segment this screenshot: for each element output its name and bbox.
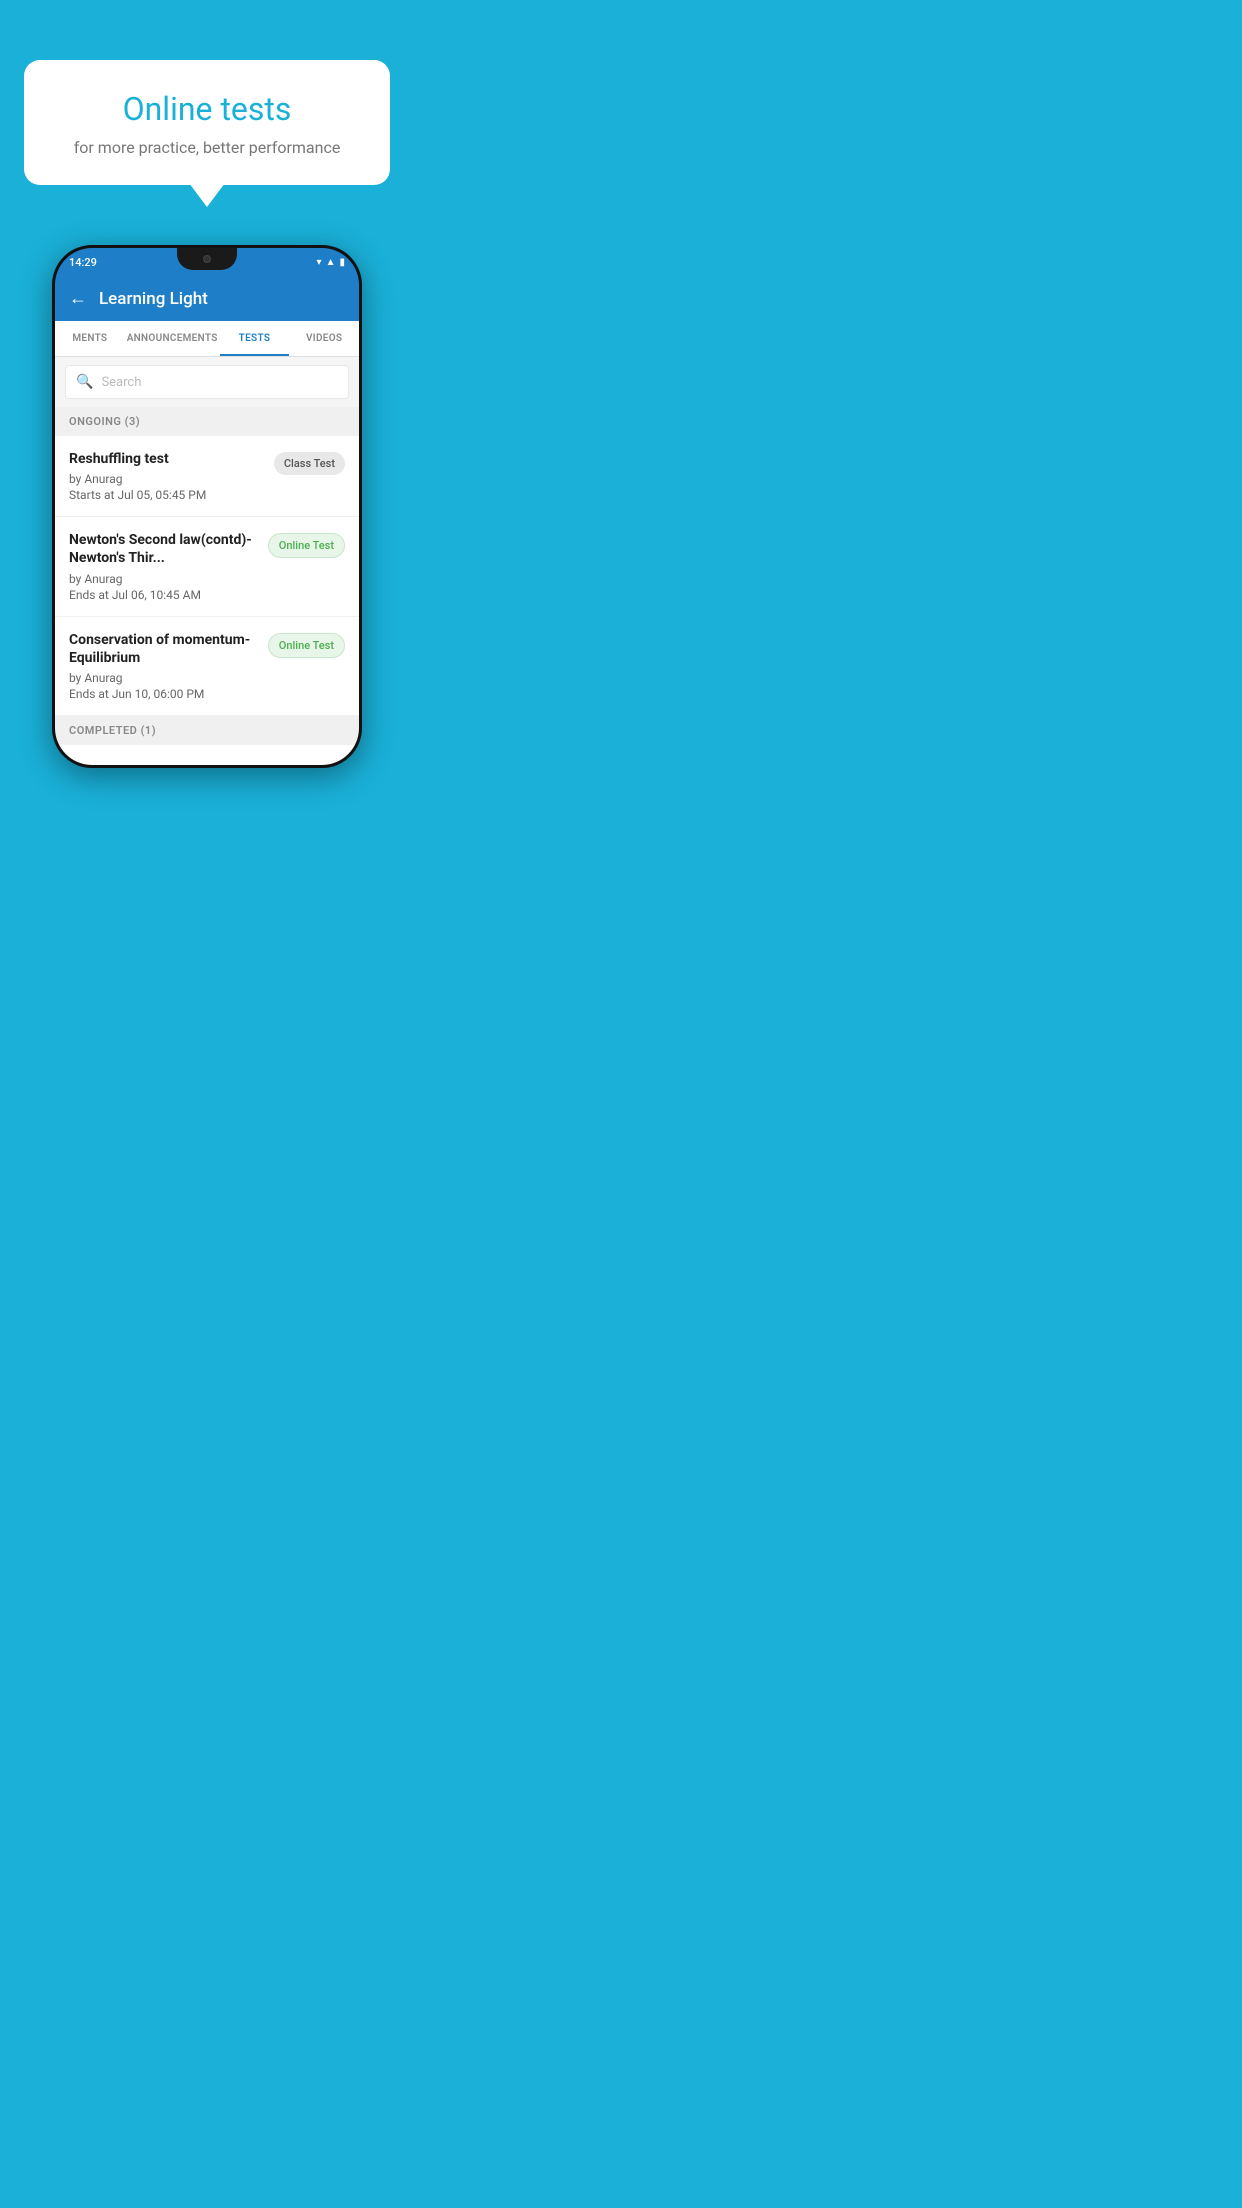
promo-subtitle: for more practice, better performance	[48, 138, 366, 157]
phone-bottom	[55, 745, 359, 765]
test-by: by Anurag	[69, 671, 260, 685]
test-item[interactable]: Conservation of momentum-Equilibrium by …	[55, 617, 359, 716]
test-by: by Anurag	[69, 472, 266, 486]
tabs-bar: MENTS ANNOUNCEMENTS TESTS VIDEOS	[55, 321, 359, 357]
completed-section-header: COMPLETED (1)	[55, 716, 359, 745]
promo-section: Online tests for more practice, better p…	[0, 40, 414, 185]
status-icons: ▾ ▲ ▮	[317, 257, 345, 268]
tab-tests[interactable]: TESTS	[220, 321, 290, 356]
test-name: Reshuffling test	[69, 450, 266, 468]
test-badge-online-2: Online Test	[268, 633, 345, 658]
test-badge-online: Online Test	[268, 533, 345, 558]
tab-ments[interactable]: MENTS	[55, 321, 125, 356]
phone-mockup: 14:29 ▾ ▲ ▮ ← Learning Light MENTS ANNOU…	[0, 245, 414, 768]
test-item[interactable]: Newton's Second law(contd)-Newton's Thir…	[55, 517, 359, 616]
phone-frame: 14:29 ▾ ▲ ▮ ← Learning Light MENTS ANNOU…	[52, 245, 362, 768]
signal-icon: ▲	[326, 257, 336, 268]
test-date: Starts at Jul 05, 05:45 PM	[69, 488, 266, 502]
camera-dot	[203, 255, 211, 263]
phone-notch	[177, 248, 237, 270]
test-info: Newton's Second law(contd)-Newton's Thir…	[69, 531, 260, 601]
tab-videos[interactable]: VIDEOS	[289, 321, 359, 356]
app-header: ← Learning Light	[55, 276, 359, 321]
speech-bubble: Online tests for more practice, better p…	[24, 60, 390, 185]
test-list: Reshuffling test by Anurag Starts at Jul…	[55, 436, 359, 716]
test-by: by Anurag	[69, 572, 260, 586]
tab-announcements[interactable]: ANNOUNCEMENTS	[125, 321, 220, 356]
back-button[interactable]: ←	[69, 288, 87, 309]
test-name: Newton's Second law(contd)-Newton's Thir…	[69, 531, 260, 567]
test-name: Conservation of momentum-Equilibrium	[69, 631, 260, 667]
test-item[interactable]: Reshuffling test by Anurag Starts at Jul…	[55, 436, 359, 517]
test-date: Ends at Jun 10, 06:00 PM	[69, 687, 260, 701]
app-title: Learning Light	[99, 289, 208, 309]
test-date: Ends at Jul 06, 10:45 AM	[69, 588, 260, 602]
test-info: Reshuffling test by Anurag Starts at Jul…	[69, 450, 266, 502]
ongoing-section-header: ONGOING (3)	[55, 407, 359, 436]
promo-title: Online tests	[48, 90, 366, 128]
search-wrapper: 🔍 Search	[55, 357, 359, 407]
status-bar: 14:29 ▾ ▲ ▮	[55, 248, 359, 276]
status-time: 14:29	[69, 256, 97, 269]
search-icon: 🔍	[76, 374, 93, 390]
search-input[interactable]: Search	[101, 375, 141, 390]
battery-icon: ▮	[339, 257, 345, 268]
search-bar[interactable]: 🔍 Search	[65, 365, 349, 399]
test-badge-class: Class Test	[274, 452, 345, 475]
test-info: Conservation of momentum-Equilibrium by …	[69, 631, 260, 701]
wifi-icon: ▾	[317, 257, 322, 268]
